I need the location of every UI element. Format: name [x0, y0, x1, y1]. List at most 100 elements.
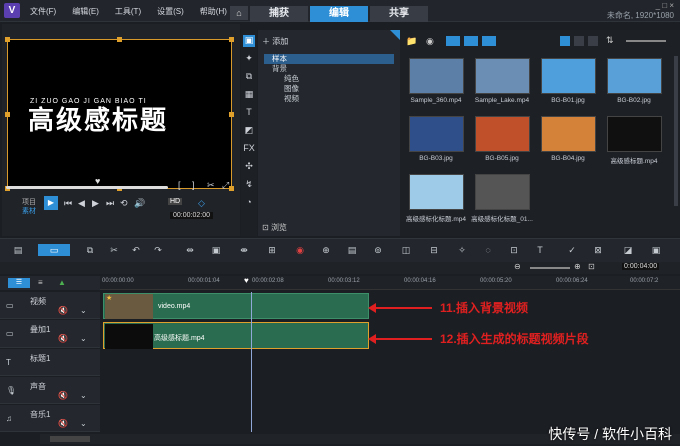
toolbar-icon[interactable]: ⇹ [184, 244, 196, 256]
tree-item-image[interactable]: 图像 [264, 84, 394, 94]
volume-icon[interactable]: 🔊 [134, 198, 145, 209]
filter-video-icon[interactable] [446, 36, 460, 46]
toolbar-icon[interactable]: ⊟ [428, 244, 440, 256]
mute-icon[interactable]: 🔇 [58, 306, 68, 315]
browse-button[interactable]: ⊡ 浏览 [262, 222, 287, 233]
add-track-icon[interactable]: ▲ [58, 278, 66, 287]
tree-item-sample[interactable]: 样本 [264, 54, 394, 64]
zoom-in-icon[interactable]: ⊕ [574, 262, 581, 271]
detail-view-icon[interactable] [588, 36, 598, 46]
zoom-slider[interactable] [530, 267, 570, 269]
resize-handle[interactable] [229, 112, 234, 117]
mode-clip[interactable]: 素材 [22, 206, 36, 216]
toolbar-icon[interactable]: ✂ [108, 244, 120, 256]
scrub-handle-icon[interactable]: ♥ [95, 176, 100, 186]
resize-handle[interactable] [5, 112, 10, 117]
end-icon[interactable]: ⏭ [106, 198, 114, 209]
timeline-clip-overlay[interactable]: 高级感标题.mp4 [103, 322, 369, 349]
playhead[interactable] [251, 292, 252, 432]
redo-icon[interactable]: ↷ [152, 244, 164, 256]
zoom-out-icon[interactable]: ⊖ [514, 262, 521, 271]
toolbar-icon[interactable]: ⇼ [238, 244, 250, 256]
media-thumbnail[interactable]: 高级感标化标题_01... [470, 174, 534, 223]
media-thumbnail[interactable]: Sample_360.mp4 [404, 58, 468, 104]
rewind-icon[interactable]: ⏮ [64, 198, 72, 209]
media-thumbnail[interactable]: BG-B02.jpg [602, 58, 666, 104]
menu-file[interactable]: 文件(F) [30, 6, 56, 17]
media-thumbnail[interactable]: BG-B01.jpg [536, 58, 600, 104]
menu-help[interactable]: 帮助(H) [200, 6, 227, 17]
toolbar-icon[interactable]: ✓ [566, 244, 578, 256]
filter-audio-icon[interactable] [482, 36, 496, 46]
toolbar-icon[interactable]: ⊚ [372, 244, 384, 256]
filter-image-icon[interactable] [464, 36, 478, 46]
window-controls[interactable]: _ □ × [656, 1, 674, 10]
timecode-display[interactable]: 00:00:02:00 [170, 212, 213, 219]
mark-in-icon[interactable]: [ [178, 180, 181, 190]
toolbar-icon[interactable]: ◫ [400, 244, 412, 256]
record-icon[interactable]: ◉ [294, 244, 306, 256]
library-scrollbar[interactable] [674, 56, 678, 206]
fx-icon[interactable]: FX [243, 143, 255, 155]
toolbar-icon[interactable]: ◪ [622, 244, 634, 256]
timeline-view-icon[interactable]: ▭ [38, 244, 70, 256]
resize-handle[interactable] [117, 37, 122, 42]
quality-badge[interactable]: HD [168, 198, 183, 205]
fit-icon[interactable]: ⊡ [588, 262, 595, 271]
media-icon[interactable]: ▣ [243, 35, 255, 47]
record-icon[interactable]: ◉ [426, 36, 434, 47]
preview-screen[interactable]: ZI ZUO GAO JI GAN BIAO TI 高级感标题 [7, 39, 232, 189]
scrub-bar[interactable] [6, 186, 168, 189]
title-icon[interactable]: T [243, 107, 255, 119]
instant-project-icon[interactable]: ✦ [243, 53, 255, 65]
graphics-icon[interactable]: ▦ [243, 89, 255, 101]
split-icon[interactable]: ✂ [207, 180, 215, 191]
toolbar-icon[interactable]: ◌ [482, 244, 494, 256]
tab-share[interactable]: 共享 [370, 6, 428, 22]
mute-icon[interactable]: 🔇 [58, 391, 68, 400]
overlay-icon[interactable]: ◩ [243, 125, 255, 137]
path-icon[interactable]: ✣ [243, 161, 255, 173]
expand-icon[interactable]: ⌄ [80, 306, 87, 315]
next-frame-icon[interactable]: ▶ [92, 198, 99, 209]
expand-icon[interactable]: ⌄ [80, 334, 87, 343]
toolbar-icon[interactable]: ⊞ [266, 244, 278, 256]
repeat-icon[interactable]: ⟲ [120, 198, 128, 209]
toolbar-icon[interactable]: ⊕ [320, 244, 332, 256]
mute-icon[interactable]: 🔇 [58, 419, 68, 428]
toolbar-icon[interactable]: T [534, 244, 546, 256]
tree-item-solid[interactable]: 纯色 [264, 74, 394, 84]
timeline-clip-video[interactable]: video.mp4 ★ [103, 293, 369, 319]
media-thumbnail[interactable]: Sample_Lake.mp4 [470, 58, 534, 104]
tab-edit[interactable]: 编辑 [310, 6, 368, 22]
motion-icon[interactable]: ↯ [243, 179, 255, 191]
prev-frame-icon[interactable]: ◀ [78, 198, 85, 209]
toolbar-icon[interactable]: ▣ [650, 244, 662, 256]
resize-handle[interactable] [5, 37, 10, 42]
toolbar-icon[interactable]: ▣ [210, 244, 222, 256]
expand-icon[interactable]: ⌄ [80, 419, 87, 428]
menu-settings[interactable]: 设置(S) [157, 6, 184, 17]
zoom-timecode[interactable]: 0:00:04:00 [622, 263, 660, 270]
timeline-ruler[interactable]: 00:00:00:00 00:00:01:04 00:00:02:08 00:0… [100, 276, 680, 290]
mark-out-icon[interactable]: ] [192, 180, 195, 190]
toolbar-icon[interactable]: ⊡ [508, 244, 520, 256]
menu-tools[interactable]: 工具(T) [115, 6, 141, 17]
sort-icon[interactable]: ⇅ [606, 35, 614, 46]
track-list-icon[interactable]: ☰ [8, 278, 30, 288]
mute-icon[interactable]: 🔇 [58, 334, 68, 343]
home-icon[interactable]: ⌂ [230, 6, 248, 20]
tree-item-video[interactable]: 视频 [264, 94, 394, 104]
resize-handle[interactable] [229, 186, 234, 191]
tab-capture[interactable]: 捕获 [250, 6, 308, 22]
playhead-marker-icon[interactable]: ♥ [244, 276, 249, 285]
thumb-size-slider[interactable] [626, 40, 666, 42]
list-view-icon[interactable] [574, 36, 584, 46]
expand-icon[interactable]: ⤢ [222, 180, 229, 191]
scroll-thumb[interactable] [50, 436, 90, 442]
ripple-icon[interactable]: ≡ [38, 278, 43, 287]
add-folder-button[interactable]: ＋ 添加 [262, 36, 288, 47]
media-thumbnail[interactable]: BG-B03.jpg [404, 116, 468, 162]
toolbar-icon[interactable]: ⊠ [592, 244, 604, 256]
resize-handle[interactable] [229, 37, 234, 42]
